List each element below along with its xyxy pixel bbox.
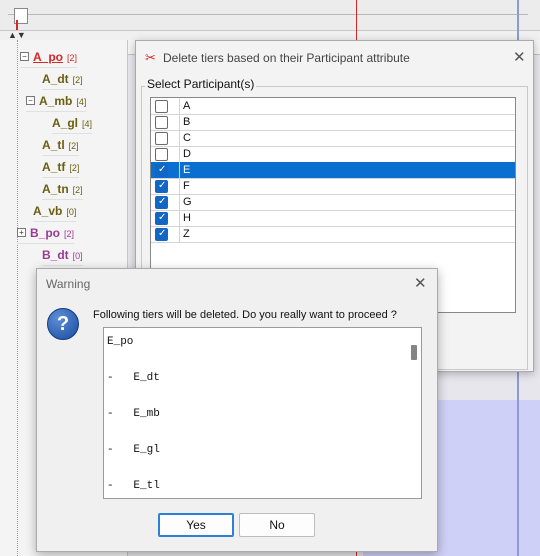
- checkmark-icon: ✓: [158, 196, 167, 207]
- tree-item-count: [4]: [76, 97, 87, 107]
- column-divider: [179, 226, 180, 242]
- close-icon[interactable]: ✕: [414, 274, 427, 292]
- tree-item-label: B_dt: [42, 248, 69, 262]
- participant-label: H: [183, 212, 191, 224]
- cursor-marker-icon: [16, 20, 26, 30]
- top-ruler: [0, 0, 540, 31]
- column-divider: [179, 114, 180, 130]
- checkmark-icon: ✓: [158, 180, 167, 191]
- column-divider: [179, 162, 180, 178]
- tree-item-count: [2]: [64, 229, 75, 239]
- group-label: Select Participant(s): [145, 77, 257, 91]
- participant-checkbox[interactable]: ✓: [155, 196, 168, 209]
- tree-item-label: A_tn: [42, 182, 69, 196]
- participant-label: C: [183, 132, 191, 144]
- participant-label: F: [183, 180, 190, 192]
- tree-item-count: [2]: [72, 185, 83, 195]
- participant-checkbox[interactable]: [155, 100, 168, 113]
- tier-line: - E_dt: [107, 372, 160, 384]
- tree-item[interactable]: − A_mb [4]: [26, 91, 87, 112]
- column-divider: [179, 178, 180, 194]
- tree-item-label: A_tl: [42, 138, 65, 152]
- participant-label: A: [183, 100, 191, 112]
- participant-checkbox[interactable]: [155, 132, 168, 145]
- tree-item[interactable]: A_dt [2]: [42, 69, 83, 90]
- participant-row[interactable]: A: [151, 98, 515, 115]
- tree-item-count: [4]: [82, 119, 93, 129]
- tree-item-label: A_tf: [42, 160, 66, 174]
- dialog-title: Delete tiers based on their Participant …: [163, 51, 410, 65]
- participant-checkbox[interactable]: [155, 116, 168, 129]
- tier-line: - E_gl: [107, 444, 160, 456]
- participant-row[interactable]: ✓ G: [151, 194, 515, 211]
- column-divider: [179, 146, 180, 162]
- participant-row[interactable]: ✓ E: [151, 162, 515, 179]
- warning-message: Following tiers will be deleted. Do you …: [93, 309, 397, 321]
- warning-dialog: Warning ✕ ? Following tiers will be dele…: [36, 268, 438, 552]
- tree-item-count: [0]: [66, 207, 77, 217]
- column-divider: [179, 210, 180, 226]
- tier-line: E_po: [107, 336, 134, 348]
- tree-item-label: B_po: [30, 226, 60, 240]
- scrollbar-thumb[interactable]: [411, 345, 417, 360]
- participant-label: Z: [183, 228, 190, 240]
- tree-item-label: A_mb: [39, 94, 73, 108]
- tree-item-label: A_gl: [52, 116, 79, 130]
- tree-item-count: [0]: [72, 251, 83, 261]
- participant-row[interactable]: D: [151, 146, 515, 163]
- checkmark-icon: ✓: [158, 228, 167, 239]
- no-button[interactable]: No: [239, 513, 315, 537]
- question-icon: ?: [47, 308, 79, 340]
- participant-checkbox[interactable]: [155, 148, 168, 161]
- expand-icon[interactable]: +: [17, 228, 26, 238]
- tree-item-label: A_po: [33, 50, 63, 64]
- tier-line: - E_tl: [107, 480, 160, 492]
- tree-item[interactable]: A_gl [4]: [52, 113, 93, 134]
- participant-label: B: [183, 116, 191, 128]
- collapse-icon[interactable]: −: [26, 96, 35, 106]
- checkmark-icon: ✓: [158, 212, 167, 223]
- tier-list[interactable]: E_po - E_dt - E_mb - E_gl - E_tl: [103, 327, 422, 499]
- participant-label: D: [183, 148, 191, 160]
- column-divider: [179, 98, 180, 114]
- tree-item[interactable]: A_tl [2]: [42, 135, 79, 156]
- participant-row[interactable]: ✓ H: [151, 210, 515, 227]
- tree-item-count: [2]: [67, 53, 78, 63]
- tree-item-label: A_vb: [33, 204, 63, 218]
- tree-item-count: [2]: [72, 75, 83, 85]
- participant-checkbox[interactable]: ✓: [155, 164, 168, 177]
- tree-item[interactable]: B_dt [0]: [42, 245, 83, 266]
- tree-item-count: [2]: [69, 163, 80, 173]
- expand-arrows-icon[interactable]: ▲▼: [8, 30, 26, 40]
- app-icon: ✂: [145, 50, 156, 65]
- yes-button[interactable]: Yes: [158, 513, 234, 537]
- participant-row[interactable]: ✓ F: [151, 178, 515, 195]
- participant-row[interactable]: C: [151, 130, 515, 147]
- participant-checkbox[interactable]: ✓: [155, 212, 168, 225]
- checkmark-icon: ✓: [158, 164, 167, 175]
- tree-item[interactable]: − A_po [2]: [20, 47, 78, 68]
- participant-label: G: [183, 196, 192, 208]
- participant-label: E: [183, 164, 191, 176]
- close-icon[interactable]: ✕: [513, 48, 526, 66]
- dialog-title-bar: ✂ Delete tiers based on their Participan…: [136, 41, 533, 75]
- participant-row[interactable]: B: [151, 114, 515, 131]
- tree-item-count: [2]: [68, 141, 79, 151]
- participant-row[interactable]: ✓ Z: [151, 226, 515, 243]
- ruler-line: [8, 14, 528, 15]
- tier-line: - E_mb: [107, 408, 160, 420]
- participant-checkbox[interactable]: ✓: [155, 228, 168, 241]
- tree-item-label: A_dt: [42, 72, 69, 86]
- tree-item[interactable]: A_tf [2]: [42, 157, 80, 178]
- tree-item[interactable]: A_vb [0]: [33, 201, 77, 222]
- column-divider: [179, 130, 180, 146]
- column-divider: [179, 194, 180, 210]
- tree-guide-line: [17, 40, 18, 556]
- warning-title: Warning: [46, 277, 91, 291]
- collapse-icon[interactable]: −: [20, 52, 29, 62]
- tree-item[interactable]: A_tn [2]: [42, 179, 83, 200]
- tree-item[interactable]: + B_po [2]: [17, 223, 75, 244]
- participant-checkbox[interactable]: ✓: [155, 180, 168, 193]
